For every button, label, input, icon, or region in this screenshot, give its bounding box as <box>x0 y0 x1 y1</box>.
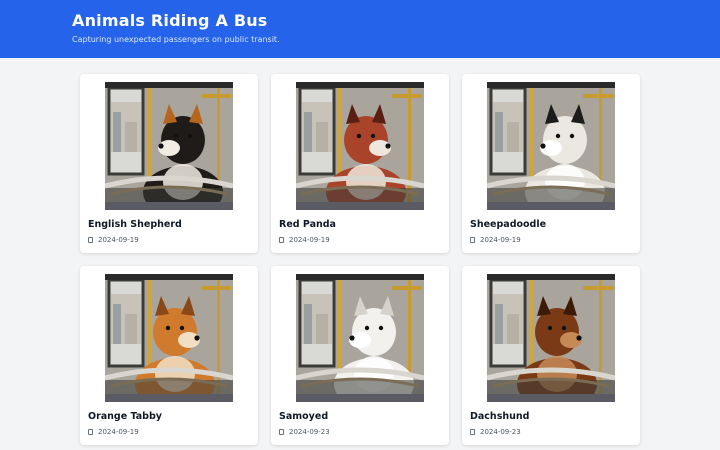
card-date: 2024-09-19 <box>98 428 139 436</box>
calendar-icon <box>88 237 93 243</box>
card-date: 2024-09-23 <box>289 428 330 436</box>
photo-samoyed[interactable] <box>296 274 424 402</box>
calendar-icon <box>470 429 475 435</box>
photo-sheepadoodle[interactable] <box>487 82 615 210</box>
card-title: Samoyed <box>279 411 329 422</box>
card-date: 2024-09-19 <box>98 236 139 244</box>
photo-english-shepherd[interactable] <box>105 82 233 210</box>
card-title: English Shepherd <box>88 219 182 230</box>
calendar-icon <box>88 429 93 435</box>
page-title: Animals Riding A Bus <box>72 11 268 30</box>
card-meta: 2024-09-19 <box>88 428 139 436</box>
card-date: 2024-09-19 <box>289 236 330 244</box>
photo-dachshund[interactable] <box>487 274 615 402</box>
card-meta: 2024-09-23 <box>279 428 330 436</box>
card-date: 2024-09-19 <box>480 236 521 244</box>
card-title: Dachshund <box>470 411 530 422</box>
photo-card[interactable]: Sheepadoodle 2024-09-19 <box>462 74 640 253</box>
page-header: Animals Riding A Bus Capturing unexpecte… <box>0 0 720 58</box>
photo-card[interactable]: Orange Tabby 2024-09-19 <box>80 266 258 445</box>
photo-red-panda[interactable] <box>296 82 424 210</box>
card-title: Red Panda <box>279 219 336 230</box>
photo-orange-tabby[interactable] <box>105 274 233 402</box>
photo-card[interactable]: English Shepherd 2024-09-19 <box>80 74 258 253</box>
card-title: Sheepadoodle <box>470 219 547 230</box>
photo-card[interactable]: Dachshund 2024-09-23 <box>462 266 640 445</box>
calendar-icon <box>470 237 475 243</box>
card-meta: 2024-09-23 <box>470 428 521 436</box>
card-grid: English Shepherd 2024-09-19 Red Panda 20… <box>80 74 640 445</box>
photo-card[interactable]: Red Panda 2024-09-19 <box>271 74 449 253</box>
card-meta: 2024-09-19 <box>279 236 330 244</box>
page-subtitle: Capturing unexpected passengers on publi… <box>72 35 280 44</box>
card-meta: 2024-09-19 <box>88 236 139 244</box>
calendar-icon <box>279 237 284 243</box>
card-date: 2024-09-23 <box>480 428 521 436</box>
photo-card[interactable]: Samoyed 2024-09-23 <box>271 266 449 445</box>
calendar-icon <box>279 429 284 435</box>
card-meta: 2024-09-19 <box>470 236 521 244</box>
card-title: Orange Tabby <box>88 411 162 422</box>
